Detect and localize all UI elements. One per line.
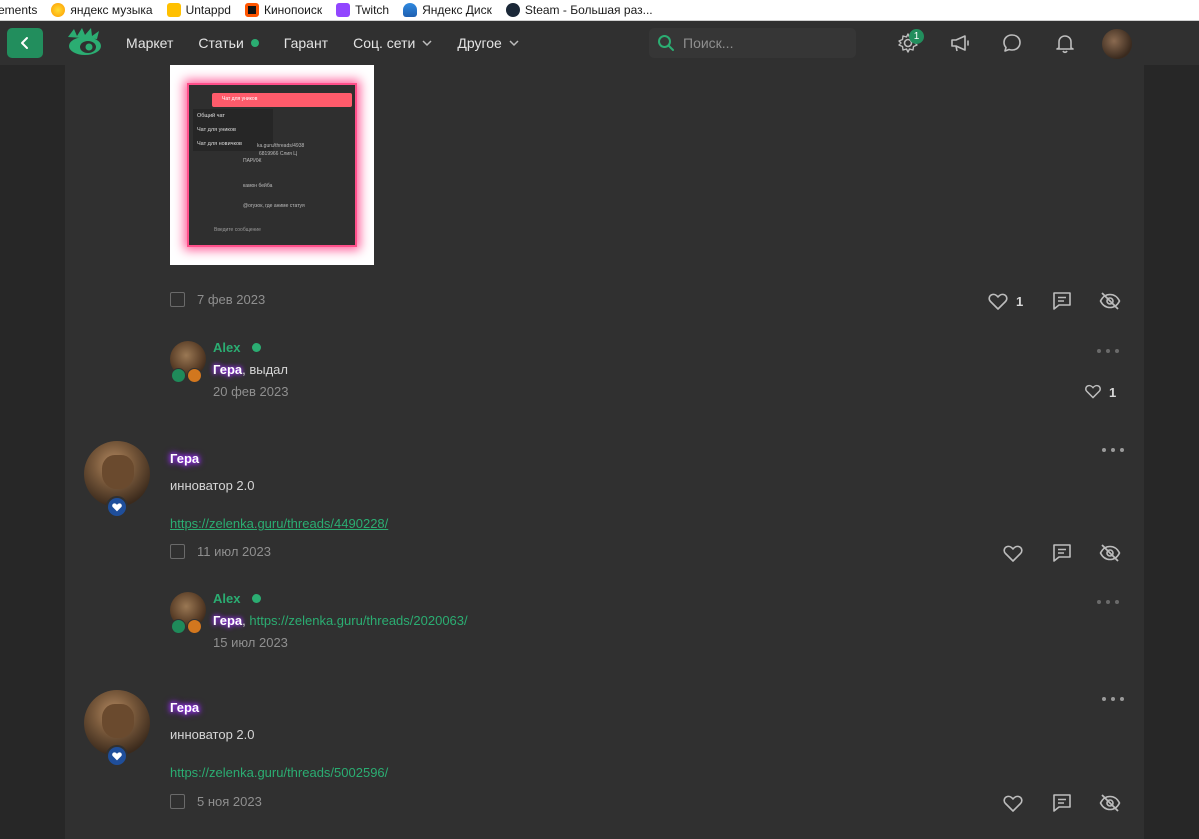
bookmark-yandex-music[interactable]: яндекс музыка (51, 3, 153, 17)
bookmarks-bar: ements яндекс музыка Untappd Кинопоиск T… (0, 0, 1199, 21)
heart-icon[interactable] (1002, 542, 1024, 564)
heart-icon[interactable] (1084, 382, 1102, 400)
more-options-icon[interactable] (1102, 446, 1124, 454)
hide-eye-icon[interactable] (1099, 290, 1121, 312)
post-date: 11 июл 2023 (197, 544, 271, 559)
nav-articles[interactable]: Статьи (198, 35, 259, 51)
twitch-icon (336, 3, 351, 17)
megaphone-icon[interactable] (949, 32, 971, 54)
chevron-down-icon (509, 40, 519, 47)
user-avatar[interactable] (1102, 29, 1132, 59)
reply-comment-icon[interactable] (1051, 792, 1073, 814)
search-input[interactable] (683, 35, 843, 51)
nav-market[interactable]: Маркет (126, 35, 173, 51)
select-checkbox[interactable] (170, 544, 185, 559)
bookmark-elements[interactable]: ements (0, 3, 37, 17)
hide-eye-icon[interactable] (1099, 542, 1121, 564)
select-checkbox[interactable] (170, 794, 185, 809)
steam-icon (505, 3, 520, 17)
bookmark-untappd[interactable]: Untappd (166, 3, 231, 17)
post-meta: 5 ноя 2023 (170, 794, 262, 809)
online-status-dot (252, 594, 262, 603)
bookmark-twitch[interactable]: Twitch (336, 3, 389, 17)
heart-badge-icon (106, 745, 128, 767)
comment-text: Гера, выдал (213, 362, 288, 377)
heart-badge-icon (106, 496, 128, 518)
lightning-badge-icon (171, 368, 186, 383)
hearts-badge-icon (187, 619, 202, 634)
like-count: 1 (1109, 385, 1117, 400)
post-text: инноватор 2.0 (170, 727, 255, 742)
search-box[interactable] (649, 28, 856, 58)
yandex-disk-icon (403, 3, 418, 17)
top-navigation: Маркет Статьи Гарант Соц. сети Другое 1 (0, 21, 1199, 65)
comment-link[interactable]: https://zelenka.guru/threads/2020063/ (249, 613, 467, 628)
more-options-icon[interactable] (1097, 598, 1119, 606)
nav-social[interactable]: Соц. сети (353, 35, 432, 51)
post-link[interactable]: https://zelenka.guru/threads/5002596/ (170, 765, 388, 780)
user-mention[interactable]: Гера (213, 362, 242, 377)
yandex-music-icon (51, 3, 66, 17)
more-options-icon[interactable] (1102, 695, 1124, 703)
bookmark-yandex-disk[interactable]: Яндекс Диск (403, 3, 492, 17)
chevron-down-icon (422, 40, 432, 47)
post-author[interactable]: Гера (170, 700, 199, 715)
comment-date: 15 июл 2023 (213, 635, 288, 650)
nav-other[interactable]: Другое (457, 35, 519, 51)
post-author[interactable]: Гера (170, 451, 199, 466)
back-button[interactable] (7, 28, 43, 58)
post-text: инноватор 2.0 (170, 478, 255, 493)
chat-bubble-icon[interactable] (1001, 32, 1023, 54)
comment-author[interactable]: Alex (213, 591, 262, 606)
select-checkbox[interactable] (170, 292, 185, 307)
untappd-icon (166, 3, 181, 17)
online-status-dot (252, 343, 262, 352)
post-date: 5 ноя 2023 (197, 794, 262, 809)
hearts-badge-icon (187, 368, 202, 383)
comment-date: 20 фев 2023 (213, 384, 289, 399)
chevron-left-icon (21, 37, 28, 49)
reply-comment-icon[interactable] (1051, 290, 1073, 312)
hide-eye-icon[interactable] (1099, 792, 1121, 814)
chat-screenshot-header: Чат для уников (212, 93, 352, 107)
main-menu: Маркет Статьи Гарант Соц. сети Другое (126, 21, 544, 65)
post-link[interactable]: https://zelenka.guru/threads/4490228/ (170, 516, 388, 531)
comment-text: Гера, https://zelenka.guru/threads/20200… (213, 613, 468, 628)
post-date: 7 фев 2023 (197, 292, 266, 307)
attached-image[interactable]: Чат для уников Общий чат Чат для уников … (170, 65, 374, 265)
lightning-badge-icon (171, 619, 186, 634)
heart-icon[interactable] (987, 290, 1009, 312)
kinopoisk-icon (244, 3, 259, 17)
bookmark-steam[interactable]: Steam - Большая раз... (505, 3, 653, 17)
search-icon (658, 35, 674, 51)
post-meta: 11 июл 2023 (170, 544, 271, 559)
nav-garant[interactable]: Гарант (284, 35, 328, 51)
new-indicator-dot (250, 39, 259, 47)
reply-comment-icon[interactable] (1051, 542, 1073, 564)
bookmark-kinopoisk[interactable]: Кинопоиск (244, 3, 322, 17)
post-meta: 7 фев 2023 (170, 292, 265, 307)
notification-count-badge: 1 (909, 29, 924, 44)
comment-author[interactable]: Alex (213, 340, 262, 355)
heart-icon[interactable] (1002, 792, 1024, 814)
like-count: 1 (1016, 294, 1024, 309)
site-logo-icon[interactable] (66, 27, 104, 59)
chat-screenshot: Чат для уников Общий чат Чат для уников … (187, 83, 357, 247)
more-options-icon[interactable] (1097, 347, 1119, 355)
user-mention[interactable]: Гера (213, 613, 242, 628)
bell-icon[interactable] (1054, 32, 1076, 54)
